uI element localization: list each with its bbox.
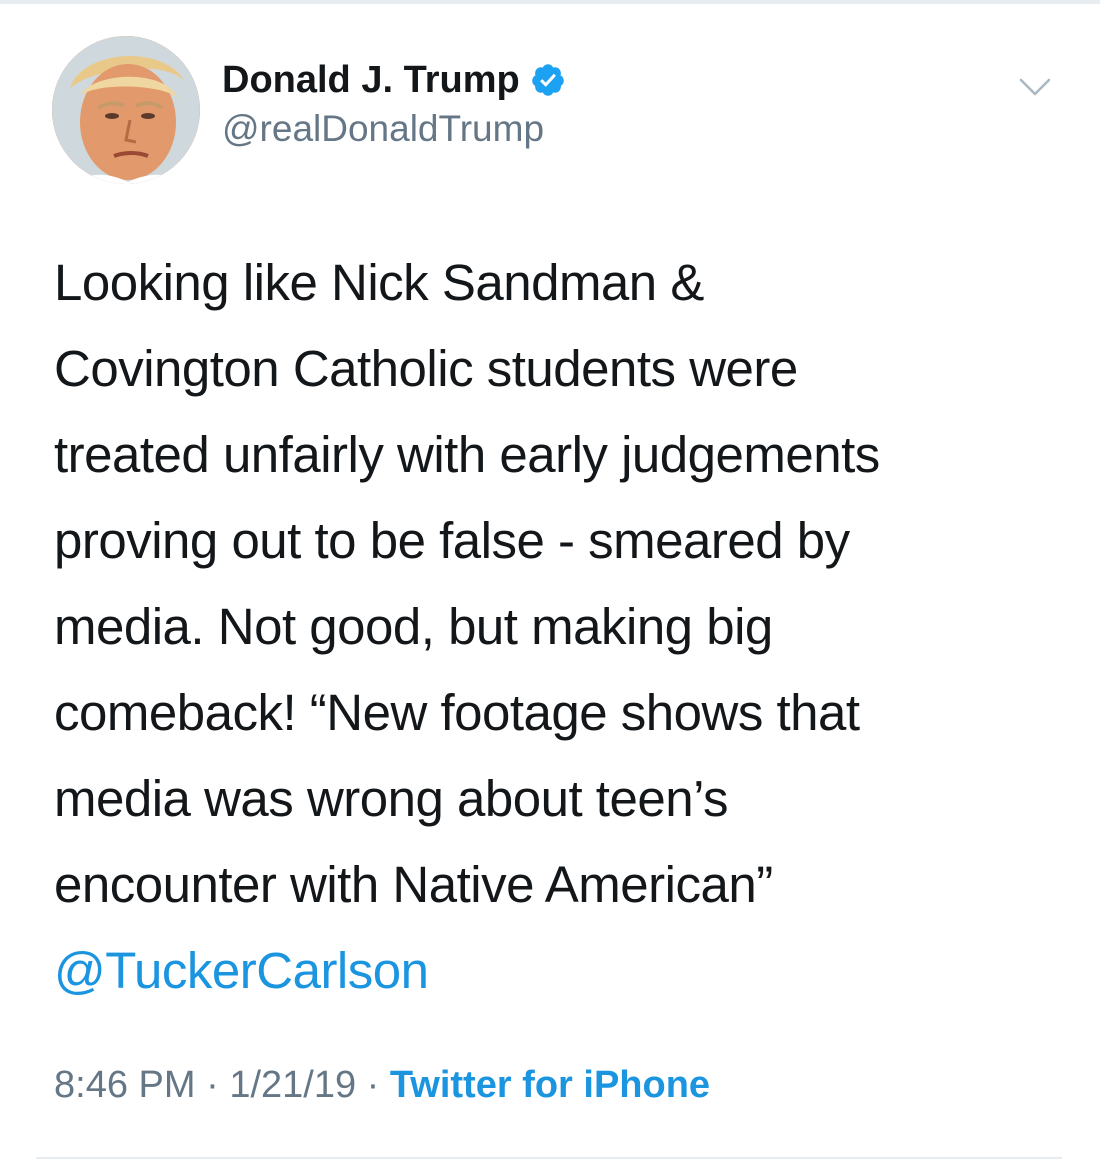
- tweet-text: Looking like Nick Sandman & Covington Ca…: [54, 240, 1064, 1014]
- verified-badge-icon: [530, 62, 566, 98]
- tweet-text-line: proving out to be false - smeared by: [54, 512, 850, 569]
- profile-photo: [52, 36, 200, 184]
- tweet-text-line: encounter with Native American”: [54, 856, 773, 913]
- name-row: Donald J. Trump: [222, 56, 566, 104]
- tweet-text-line: media. Not good, but making big: [54, 598, 773, 655]
- tweet-text-line: Looking like Nick Sandman &: [54, 254, 704, 311]
- mention-link[interactable]: @TuckerCarlson: [54, 928, 1064, 1014]
- tweet-text-line: media was wrong about teen’s: [54, 770, 728, 827]
- avatar[interactable]: [52, 36, 200, 184]
- tweet-text-line: Covington Catholic students were: [54, 340, 798, 397]
- tweet-time[interactable]: 8:46 PM: [54, 1064, 196, 1106]
- chevron-down-icon[interactable]: [1018, 76, 1052, 100]
- tweet-source-link[interactable]: Twitter for iPhone: [390, 1064, 710, 1106]
- meta-separator: ·: [356, 1064, 390, 1106]
- tweet-date[interactable]: 1/21/19: [229, 1064, 356, 1106]
- tweet-card: Donald J. Trump @realDonaldTrump Looking…: [0, 0, 1100, 1169]
- user-handle[interactable]: @realDonaldTrump: [222, 108, 566, 150]
- tweet-text-line: treated unfairly with early judgements: [54, 426, 880, 483]
- tweet-meta: 8:46 PM · 1/21/19 · Twitter for iPhone: [54, 1064, 710, 1107]
- user-block: Donald J. Trump @realDonaldTrump: [222, 56, 566, 150]
- meta-separator: ·: [195, 1064, 230, 1106]
- display-name[interactable]: Donald J. Trump: [222, 59, 520, 102]
- bottom-divider: [36, 1157, 1062, 1159]
- tweet-text-line: comeback! “New footage shows that: [54, 684, 860, 741]
